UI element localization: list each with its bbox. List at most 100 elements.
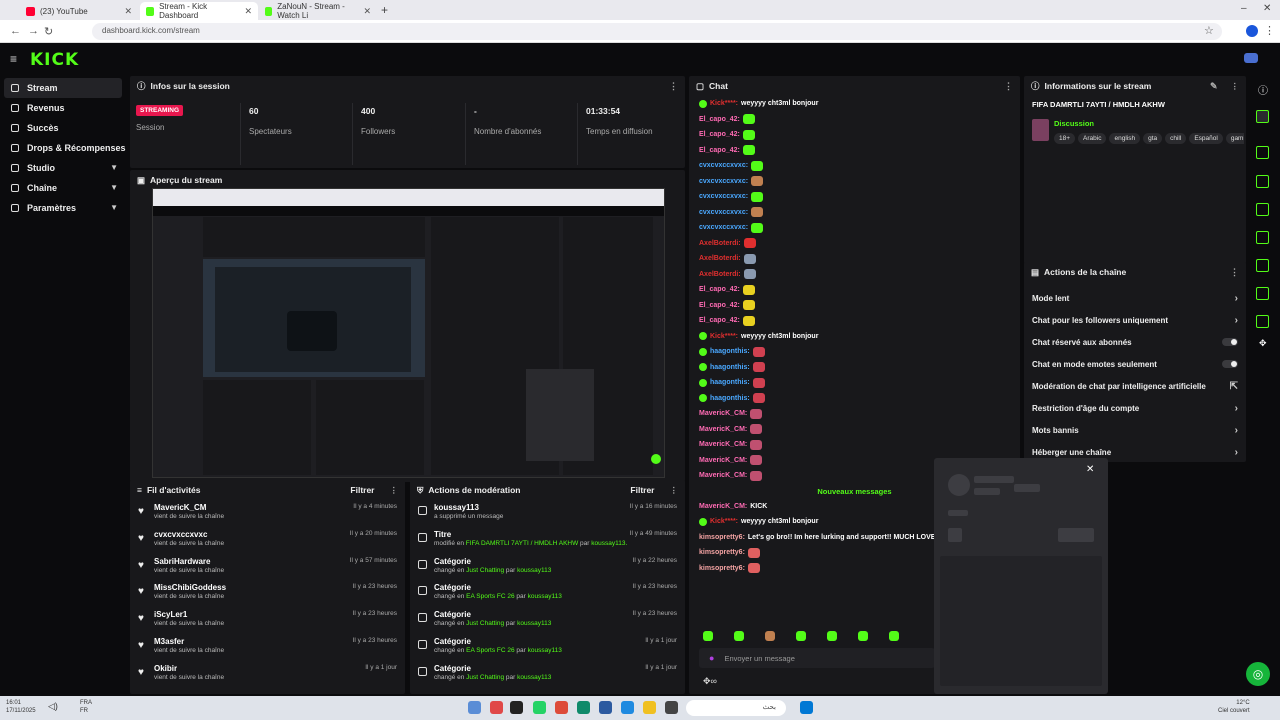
extension-icon[interactable]: ✥ xyxy=(1259,338,1267,349)
more-icon[interactable]: ⋮ xyxy=(1004,81,1013,92)
file-explorer-icon[interactable] xyxy=(643,701,656,714)
category-label[interactable]: Discussion xyxy=(1054,119,1094,128)
emote-icon[interactable] xyxy=(765,631,775,641)
channel-action-item[interactable]: Mode lent › xyxy=(1024,287,1246,309)
chat-username[interactable]: haagonthis: xyxy=(710,364,750,371)
activity-item[interactable]: ♥ SabriHardware vient de suivre la chaîne I… xyxy=(130,554,405,581)
chat-username[interactable]: cvxcvxccxvxc: xyxy=(699,224,748,231)
chat-username[interactable]: El_capo_42: xyxy=(699,302,740,309)
chat-username[interactable]: El_capo_42: xyxy=(699,116,740,123)
taskbar-search[interactable]: بحث xyxy=(686,700,786,716)
channel-action-item[interactable]: Chat en mode emotes seulement xyxy=(1024,353,1246,375)
sidebar-item-chaine[interactable]: Chaîne ▼ xyxy=(0,178,128,198)
channel-action-item[interactable]: Modération de chat par intelligence arti… xyxy=(1024,375,1246,397)
sidebar-item-drops[interactable]: Drops & Récompenses xyxy=(0,138,128,158)
activity-item[interactable]: ♥ M3asfer vient de suivre la chaîne Il y a … xyxy=(130,634,405,661)
chat-username[interactable]: cvxcvxccxvxc: xyxy=(699,193,748,200)
sidebar-item-parametres[interactable]: Paramètres ▼ xyxy=(0,198,128,218)
sidebar-item-succes[interactable]: Succès xyxy=(0,118,128,138)
chat-username[interactable]: Kick****: xyxy=(710,100,738,107)
channel-action-item[interactable]: Chat pour les followers uniquement › xyxy=(1024,309,1246,331)
chat-username[interactable]: cvxcvxccxvxc: xyxy=(699,209,748,216)
chat-username[interactable]: El_capo_42: xyxy=(699,286,740,293)
chat-input[interactable]: ● Envoyer un message xyxy=(699,648,935,668)
channel-action-item[interactable]: Chat réservé aux abonnés xyxy=(1024,331,1246,353)
whatsapp-icon[interactable] xyxy=(533,701,546,714)
close-icon[interactable]: ✕ xyxy=(1086,464,1094,475)
moderation-user[interactable]: koussay113 xyxy=(528,593,562,600)
chevron-right-icon[interactable]: › xyxy=(1235,403,1238,414)
forward-icon[interactable]: → xyxy=(28,25,39,37)
new-tab-icon[interactable]: + xyxy=(381,3,388,17)
more-icon[interactable]: ⋮ xyxy=(670,485,679,496)
chevron-right-icon[interactable]: › xyxy=(1235,293,1238,304)
kick-logo[interactable]: KICK xyxy=(30,50,79,70)
chat-username[interactable]: AxelBoterdi: xyxy=(699,255,741,262)
moderation-user[interactable]: koussay113 xyxy=(528,647,562,654)
chat-tool-icon[interactable] xyxy=(1256,231,1269,244)
app-icon[interactable] xyxy=(577,701,590,714)
hamburger-menu-icon[interactable]: ≡ xyxy=(10,52,17,66)
app-icon[interactable] xyxy=(599,701,612,714)
chat-username[interactable]: El_capo_42: xyxy=(699,147,740,154)
emote-icon[interactable] xyxy=(703,631,713,641)
chat-username[interactable]: kimsopretty6: xyxy=(699,565,745,572)
chat-username[interactable]: kimsopretty6: xyxy=(699,549,745,556)
weather-widget[interactable]: 12°C Ciel couvert xyxy=(1218,699,1250,715)
moderation-user[interactable]: koussay113 xyxy=(517,567,551,574)
more-icon[interactable]: ⋮ xyxy=(669,81,678,92)
volume-icon[interactable]: ◁) xyxy=(48,701,58,712)
chat-username[interactable]: MavericK_CM: xyxy=(699,441,747,448)
browser-tab-kick-watch[interactable]: ZaNouN - Stream - Watch Li ✕ xyxy=(259,2,377,20)
lightning-tool-icon[interactable] xyxy=(1256,175,1269,188)
filter-button[interactable]: Filtrer xyxy=(350,485,374,495)
moderation-user[interactable]: koussay113 xyxy=(517,674,551,681)
more-icon[interactable]: ⋮ xyxy=(390,485,399,496)
language-indicator[interactable]: FRA FR xyxy=(80,699,92,715)
sidebar-item-stream[interactable]: Stream xyxy=(4,78,122,98)
back-icon[interactable]: ← xyxy=(10,25,21,37)
chat-username[interactable]: El_capo_42: xyxy=(699,317,740,324)
toggle-switch[interactable] xyxy=(1222,338,1238,346)
chat-username[interactable]: MavericK_CM: xyxy=(699,426,747,433)
chat-username[interactable]: haagonthis: xyxy=(710,379,750,386)
more-icon[interactable]: ⋮ xyxy=(1231,81,1240,92)
channel-action-item[interactable]: Restriction d'âge du compte › xyxy=(1024,397,1246,419)
code-tool-icon[interactable] xyxy=(1256,259,1269,272)
app-icon[interactable] xyxy=(510,701,523,714)
shield-tool-icon[interactable] xyxy=(1256,146,1269,159)
reload-icon[interactable]: ↻ xyxy=(44,25,53,38)
close-icon[interactable]: ✕ xyxy=(363,6,371,17)
chat-username[interactable]: cvxcvxccxvxc: xyxy=(699,178,748,185)
app-icon[interactable] xyxy=(490,701,503,714)
more-icon[interactable]: ⋮ xyxy=(1230,267,1239,278)
chat-username[interactable]: MavericK_CM: xyxy=(699,410,747,417)
chat-settings-icon[interactable]: ✥∞ xyxy=(703,676,717,687)
chat-fab-button[interactable]: ◎ xyxy=(1246,662,1270,686)
sidebar-item-revenus[interactable]: Revenus xyxy=(0,98,128,118)
chat-username[interactable]: cvxcvxccxvxc: xyxy=(699,162,748,169)
browser-tab-kick-dashboard[interactable]: Stream - Kick Dashboard ✕ xyxy=(140,2,258,20)
channel-action-item[interactable]: Mots bannis › xyxy=(1024,419,1246,441)
chat-username[interactable]: AxelBoterdi: xyxy=(699,240,741,247)
chat-username[interactable]: kimsopretty6: xyxy=(699,534,745,541)
app-icon[interactable] xyxy=(468,701,481,714)
user-avatar[interactable] xyxy=(1244,53,1258,63)
activity-item[interactable]: ♥ iScyLer1 vient de suivre la chaîne Il y a… xyxy=(130,607,405,634)
chat-username[interactable]: haagonthis: xyxy=(710,348,750,355)
activity-item[interactable]: ♥ MissChibiGoddess vient de suivre la chaî… xyxy=(130,580,405,607)
bookmark-tool-icon[interactable] xyxy=(1256,203,1269,216)
emote-icon[interactable] xyxy=(889,631,899,641)
chevron-right-icon[interactable]: › xyxy=(1235,447,1238,458)
activity-item[interactable]: ♥ cvxcvxccxvxc vient de suivre la chaîne Il… xyxy=(130,527,405,554)
layout-tool-icon[interactable] xyxy=(1256,287,1269,300)
chevron-right-icon[interactable]: › xyxy=(1235,315,1238,326)
moderation-user[interactable]: koussay113 xyxy=(517,620,551,627)
bookmark-star-icon[interactable]: ☆ xyxy=(1204,24,1214,37)
chat-username[interactable]: AxelBoterdi: xyxy=(699,271,741,278)
chrome-icon[interactable] xyxy=(555,701,568,714)
sidebar-item-studio[interactable]: Studio ▼ xyxy=(0,158,128,178)
wrench-tool-icon[interactable] xyxy=(1256,315,1269,328)
profile-avatar[interactable] xyxy=(1246,25,1258,37)
filter-button[interactable]: Filtrer xyxy=(630,485,654,495)
